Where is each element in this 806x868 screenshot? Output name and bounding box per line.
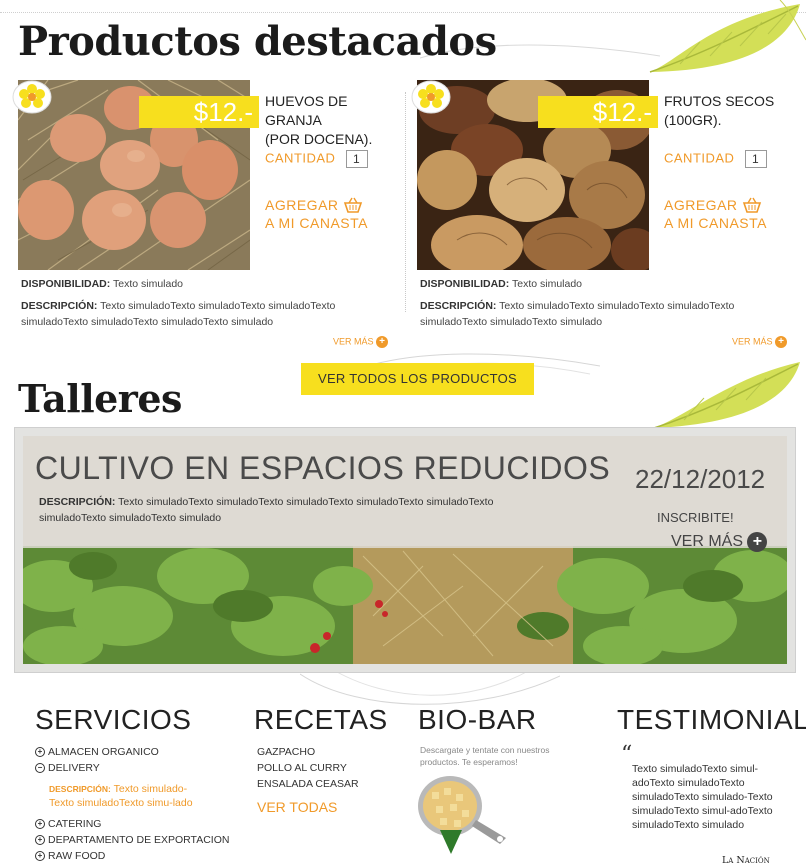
plus-circle-icon: + [35,835,45,846]
receta-item[interactable]: GAZPACHO [257,744,359,760]
availability-label: DISPONIBILIDAD: [21,278,111,290]
workshop-signup-link[interactable]: INSCRIBITE! [657,510,734,525]
ver-todos-productos-button[interactable]: VER TODOS LOS PRODUCTOS [301,363,534,395]
receta-item[interactable]: POLLO AL CURRY [257,760,359,776]
servicio-item[interactable]: + ALMACEN ORGANICO [35,744,229,760]
plus-circle-icon: + [35,747,45,758]
biobar-title: BIO-BAR [418,704,537,735]
ver-mas-link[interactable]: VER MÁS + [732,336,787,348]
plus-circle-icon: + [775,336,787,348]
description-label: DESCRIPCIÓN: [420,300,497,312]
product-card-huevos: $12.- HUEVOS DE GRANJA (POR DOCENA). CAN… [12,80,398,360]
quantity-label: CANTIDAD [664,150,735,166]
delivery-description-label: DESCRIPCIÓN: [49,784,111,794]
biobar-pan-image[interactable] [410,772,510,862]
product-name: FRUTOS SECOS (100GR). [664,92,804,130]
servicio-label: DEPARTAMENTO DE EXPORTACION [48,834,230,846]
ver-todas-recetas-link[interactable]: VER TODAS [257,799,337,815]
biobar-text: Descargate y tentate con nuestros produc… [420,745,550,767]
servicio-item[interactable]: + CATERING [35,816,229,832]
availability-label: DISPONIBILIDAD: [420,278,510,290]
description: DESCRIPCIÓN: Texto simuladoTexto simulad… [420,298,790,330]
plus-circle-icon: + [35,851,45,862]
servicio-label: CATERING [48,818,102,830]
availability: DISPONIBILIDAD: Texto simulado [21,276,391,292]
flower-badge-icon [12,80,52,114]
servicio-label: RAW FOOD [48,850,106,862]
delivery-description: DESCRIPCIÓN: Texto simulado-Texto simula… [49,782,209,810]
ver-mas-label: VER MÁS [731,336,773,347]
add-to-basket-button[interactable]: AGREGAR A MI CANASTA [664,196,767,232]
testimonial-text: Texto simuladoTexto simul-adoTexto simul… [632,763,773,831]
servicio-item[interactable]: + RAW FOOD [35,848,229,864]
minus-circle-icon: − [35,763,45,774]
flower-badge-icon [411,80,451,114]
leaf-decoration-top [649,0,806,73]
quantity-input[interactable]: 1 [744,150,767,168]
description-label: DESCRIPCIÓN: [21,300,98,312]
workshop-ver-mas-link[interactable]: VER MÁS + [671,532,768,552]
talleres-title: Talleres [18,376,182,421]
testimonial-title: TESTIMONIAL [617,704,806,735]
basket-icon [343,197,363,213]
quantity-row: CANTIDAD 1 [664,150,767,168]
servicio-item[interactable]: + DEPARTAMENTO DE EXPORTACION [35,832,229,848]
workshop-description-label: DESCRIPCIÓN: [39,496,116,508]
add-to-basket-line2: A MI CANASTA [664,215,767,231]
availability: DISPONIBILIDAD: Texto simulado [420,276,790,292]
product-card-frutos-secos: $12.- FRUTOS SECOS (100GR). CANTIDAD 1 A… [411,80,797,360]
quantity-row: CANTIDAD 1 [265,150,368,168]
product-name: HUEVOS DE GRANJA (POR DOCENA). [265,92,405,149]
add-to-basket-line2: A MI CANASTA [265,215,368,231]
servicio-label: ALMACEN ORGANICO [48,746,159,758]
ver-mas-link[interactable]: VER MÁS + [333,336,388,348]
servicios-list: + ALMACEN ORGANICO − DELIVERY DESCRIPCIÓN:… [35,744,229,864]
ver-mas-label: VER MÁS [332,336,374,347]
servicio-item[interactable]: − DELIVERY [35,760,229,776]
workshop-banner[interactable]: CULTIVO EN ESPACIOS REDUCIDOS 22/12/2012… [14,427,796,673]
product-price: $12.- [139,96,259,128]
add-to-basket-line1: AGREGAR [265,197,339,213]
product-name-line2: (100GR). [664,112,722,128]
availability-value: Texto simulado [112,278,184,290]
product-price: $12.- [538,96,658,128]
servicios-title: SERVICIOS [35,704,192,735]
receta-item[interactable]: ENSALADA CEASAR [257,776,359,792]
description: DESCRIPCIÓN: Texto simuladoTexto simulad… [21,298,391,330]
products-divider [405,92,406,312]
plus-circle-icon: + [35,819,45,830]
workshop-banner-inner: CULTIVO EN ESPACIOS REDUCIDOS 22/12/2012… [23,436,787,664]
workshop-description: DESCRIPCIÓN: Texto simuladoTexto simulad… [39,494,559,526]
add-to-basket-button[interactable]: AGREGAR A MI CANASTA [265,196,368,232]
product-name-line2: (POR DOCENA). [265,131,373,147]
add-to-basket-line1: AGREGAR [664,197,738,213]
servicio-label: DELIVERY [48,762,100,774]
workshop-ver-mas-label: VER MÁS [671,533,744,551]
recetas-list: GAZPACHO POLLO AL CURRY ENSALADA CEASAR [257,744,359,792]
productos-title: Productos destacados [18,18,497,65]
recetas-title: RECETAS [254,704,388,735]
availability-value: Texto simulado [511,278,583,290]
workshop-date: 22/12/2012 [635,464,766,494]
testimonial-source: La Nación [722,855,770,866]
quantity-label: CANTIDAD [265,150,336,166]
plus-circle-icon: + [376,336,388,348]
download-arrow-icon [440,830,462,854]
workshop-title: CULTIVO EN ESPACIOS REDUCIDOS [35,450,611,486]
quote-icon: “ [621,742,633,767]
basket-icon [742,197,762,213]
product-name-line1: FRUTOS SECOS [664,93,775,109]
quantity-input[interactable]: 1 [345,150,368,168]
leaf-decoration-talleres [653,362,800,429]
plus-circle-icon: + [747,532,768,552]
product-name-line1: HUEVOS DE GRANJA [265,93,348,128]
